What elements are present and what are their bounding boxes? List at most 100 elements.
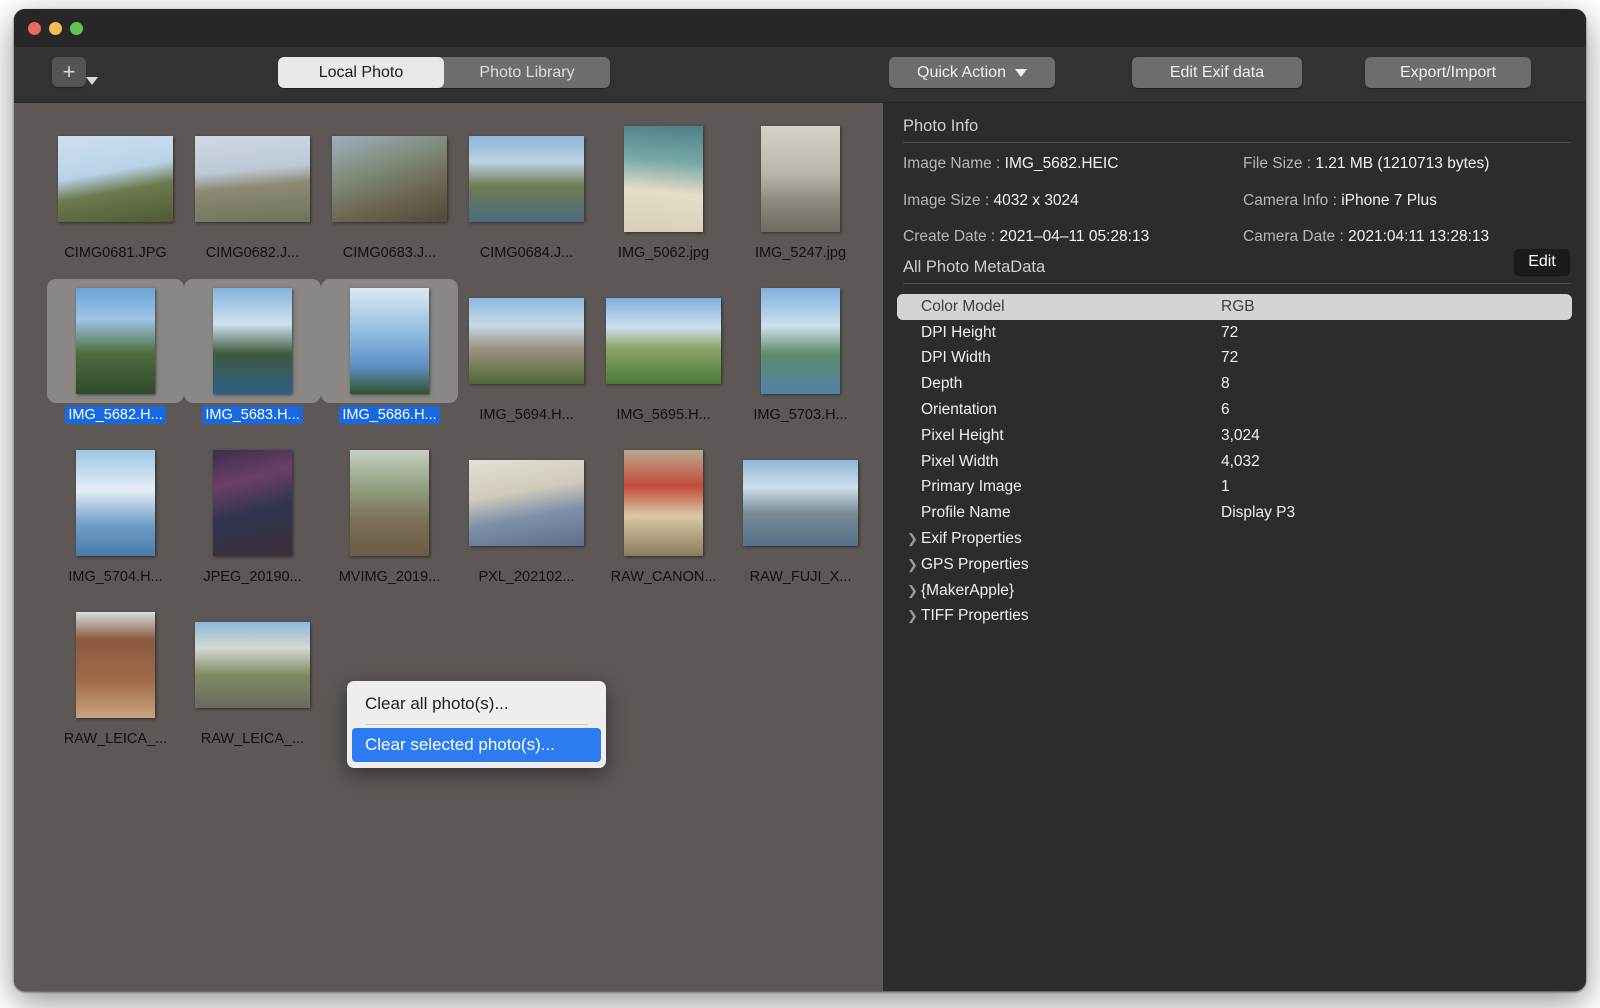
metadata-row[interactable]: Depth 8 — [897, 371, 1572, 397]
photo-cell[interactable]: IMG_5247.jpg — [732, 117, 869, 262]
metadata-key: DPI Height — [921, 323, 996, 341]
photo-info-divider — [903, 142, 1570, 143]
photo-thumbnail-image — [332, 136, 447, 222]
photo-cell[interactable]: MVIMG_2019... — [321, 441, 458, 586]
photo-grid-pane[interactable]: CIMG0681.JPG CIMG0682.J... CIMG0683.J... CI… — [14, 103, 883, 991]
metadata-row[interactable]: Color Model RGB — [897, 294, 1572, 320]
photo-thumbnail-image — [213, 288, 292, 394]
photo-thumbnail-image — [469, 298, 584, 384]
edit-metadata-button[interactable]: Edit — [1514, 249, 1570, 275]
photo-cell[interactable]: IMG_5682.H... — [47, 279, 184, 424]
chevron-right-icon[interactable]: ❯ — [907, 608, 918, 624]
photo-filename-label: IMG_5704.H... — [68, 569, 163, 585]
image-name-label: Image Name : — [903, 155, 1001, 172]
metadata-key: Pixel Height — [921, 426, 1004, 444]
photo-thumbnail-container[interactable] — [321, 117, 458, 241]
close-button[interactable] — [28, 22, 41, 35]
edit-button-label: Edit — [1528, 253, 1556, 270]
photo-thumbnail-container[interactable] — [184, 603, 321, 727]
photo-thumbnail-image — [606, 298, 721, 384]
metadata-row[interactable]: ❯ Exif Properties — [897, 526, 1572, 552]
metadata-row[interactable]: Orientation 6 — [897, 397, 1572, 423]
photo-filename-label: IMG_5695.H... — [616, 407, 711, 423]
quick-action-button[interactable]: Quick Action — [889, 57, 1055, 88]
photo-filename-label: IMG_5062.jpg — [617, 245, 710, 261]
chevron-right-icon[interactable]: ❯ — [907, 531, 918, 547]
menu-item-clear-selected[interactable]: Clear selected photo(s)... — [352, 728, 601, 762]
source-segmented-control[interactable]: Local Photo Photo Library — [278, 57, 610, 88]
photo-cell[interactable]: IMG_5062.jpg — [595, 117, 732, 262]
metadata-key: {MakerApple} — [921, 581, 1015, 599]
photo-cell[interactable]: RAW_LEICA_... — [184, 603, 321, 748]
metadata-row[interactable]: DPI Height 72 — [897, 320, 1572, 346]
minimize-button[interactable] — [49, 22, 62, 35]
photo-cell[interactable]: CIMG0684.J... — [458, 117, 595, 262]
photo-thumbnail-image — [624, 126, 703, 232]
photo-thumbnail-container[interactable] — [732, 441, 869, 565]
photo-thumbnail-container[interactable] — [184, 441, 321, 565]
photo-cell[interactable]: IMG_5694.H... — [458, 279, 595, 424]
photo-thumbnail-container[interactable] — [732, 279, 869, 403]
chevron-right-icon[interactable]: ❯ — [907, 557, 918, 573]
chevron-right-icon[interactable]: ❯ — [907, 583, 918, 599]
add-photo-button[interactable]: + — [52, 57, 86, 87]
photo-cell[interactable]: RAW_FUJI_X... — [732, 441, 869, 586]
photo-thumbnail-container[interactable] — [458, 279, 595, 403]
photo-cell[interactable]: IMG_5686.H... — [321, 279, 458, 424]
metadata-row[interactable]: ❯ GPS Properties — [897, 552, 1572, 578]
metadata-row[interactable]: Primary Image 1 — [897, 475, 1572, 501]
photo-cell[interactable]: PXL_202102... — [458, 441, 595, 586]
metadata-row[interactable]: DPI Width 72 — [897, 346, 1572, 372]
photo-thumbnail-container[interactable] — [321, 441, 458, 565]
metadata-value: RGB — [1221, 297, 1255, 315]
photo-thumbnail-container[interactable] — [47, 603, 184, 727]
caret-down-icon — [1014, 68, 1027, 77]
file-size-label: File Size : — [1243, 155, 1312, 172]
photo-thumbnail-container[interactable] — [321, 279, 458, 403]
photo-thumbnail-container[interactable] — [458, 441, 595, 565]
photo-cell[interactable]: IMG_5695.H... — [595, 279, 732, 424]
plus-icon: + — [62, 59, 76, 84]
metadata-row[interactable]: ❯ {MakerApple} — [897, 578, 1572, 604]
export-import-button[interactable]: Export/Import — [1365, 57, 1531, 88]
photo-info-heading: Photo Info — [903, 117, 979, 135]
photo-thumbnail-container[interactable] — [184, 279, 321, 403]
photo-cell[interactable]: RAW_CANON... — [595, 441, 732, 586]
caret-down-icon[interactable] — [86, 77, 98, 85]
metadata-row[interactable]: Pixel Height 3,024 — [897, 423, 1572, 449]
photo-cell[interactable]: JPEG_20190... — [184, 441, 321, 586]
photo-cell[interactable]: CIMG0682.J... — [184, 117, 321, 262]
create-date-label: Create Date : — [903, 228, 996, 245]
photo-thumbnail-container[interactable] — [47, 117, 184, 241]
photo-thumbnail-container[interactable] — [595, 279, 732, 403]
photo-cell[interactable]: RAW_LEICA_... — [47, 603, 184, 748]
photo-cell[interactable]: IMG_5683.H... — [184, 279, 321, 424]
photo-cell[interactable]: IMG_5704.H... — [47, 441, 184, 586]
file-size-value: 1.21 MB (1210713 bytes) — [1315, 155, 1490, 172]
photo-grid: CIMG0681.JPG CIMG0682.J... CIMG0683.J... CI… — [14, 103, 883, 991]
context-menu[interactable]: Clear all photo(s)... Clear selected pho… — [347, 681, 606, 768]
edit-exif-button[interactable]: Edit Exif data — [1132, 57, 1302, 88]
menu-item-clear-all[interactable]: Clear all photo(s)... — [352, 687, 601, 721]
photo-cell[interactable]: CIMG0681.JPG — [47, 117, 184, 262]
photo-thumbnail-image — [58, 136, 173, 222]
metadata-row[interactable]: Profile Name Display P3 — [897, 500, 1572, 526]
photo-thumbnail-container[interactable] — [47, 279, 184, 403]
photo-thumbnail-container[interactable] — [595, 441, 732, 565]
photo-thumbnail-image — [76, 612, 155, 718]
photo-thumbnail-container[interactable] — [184, 117, 321, 241]
metadata-row[interactable]: Pixel Width 4,032 — [897, 449, 1572, 475]
tab-local-photo[interactable]: Local Photo — [278, 57, 444, 88]
photo-cell[interactable]: CIMG0683.J... — [321, 117, 458, 262]
photo-thumbnail-container[interactable] — [595, 117, 732, 241]
photo-cell[interactable]: IMG_5703.H... — [732, 279, 869, 424]
photo-thumbnail-container[interactable] — [732, 117, 869, 241]
metadata-list[interactable]: Color Model RGB DPI Height 72 DPI Width 72 Dep… — [897, 294, 1572, 991]
metadata-row[interactable]: ❯ TIFF Properties — [897, 604, 1572, 630]
photo-thumbnail-container[interactable] — [47, 441, 184, 565]
photo-thumbnail-container[interactable] — [458, 117, 595, 241]
maximize-button[interactable] — [70, 22, 83, 35]
toolbar: + Local Photo Photo Library Quick Action… — [14, 47, 1586, 103]
tab-photo-library[interactable]: Photo Library — [444, 57, 610, 88]
metadata-value: 6 — [1221, 401, 1230, 419]
